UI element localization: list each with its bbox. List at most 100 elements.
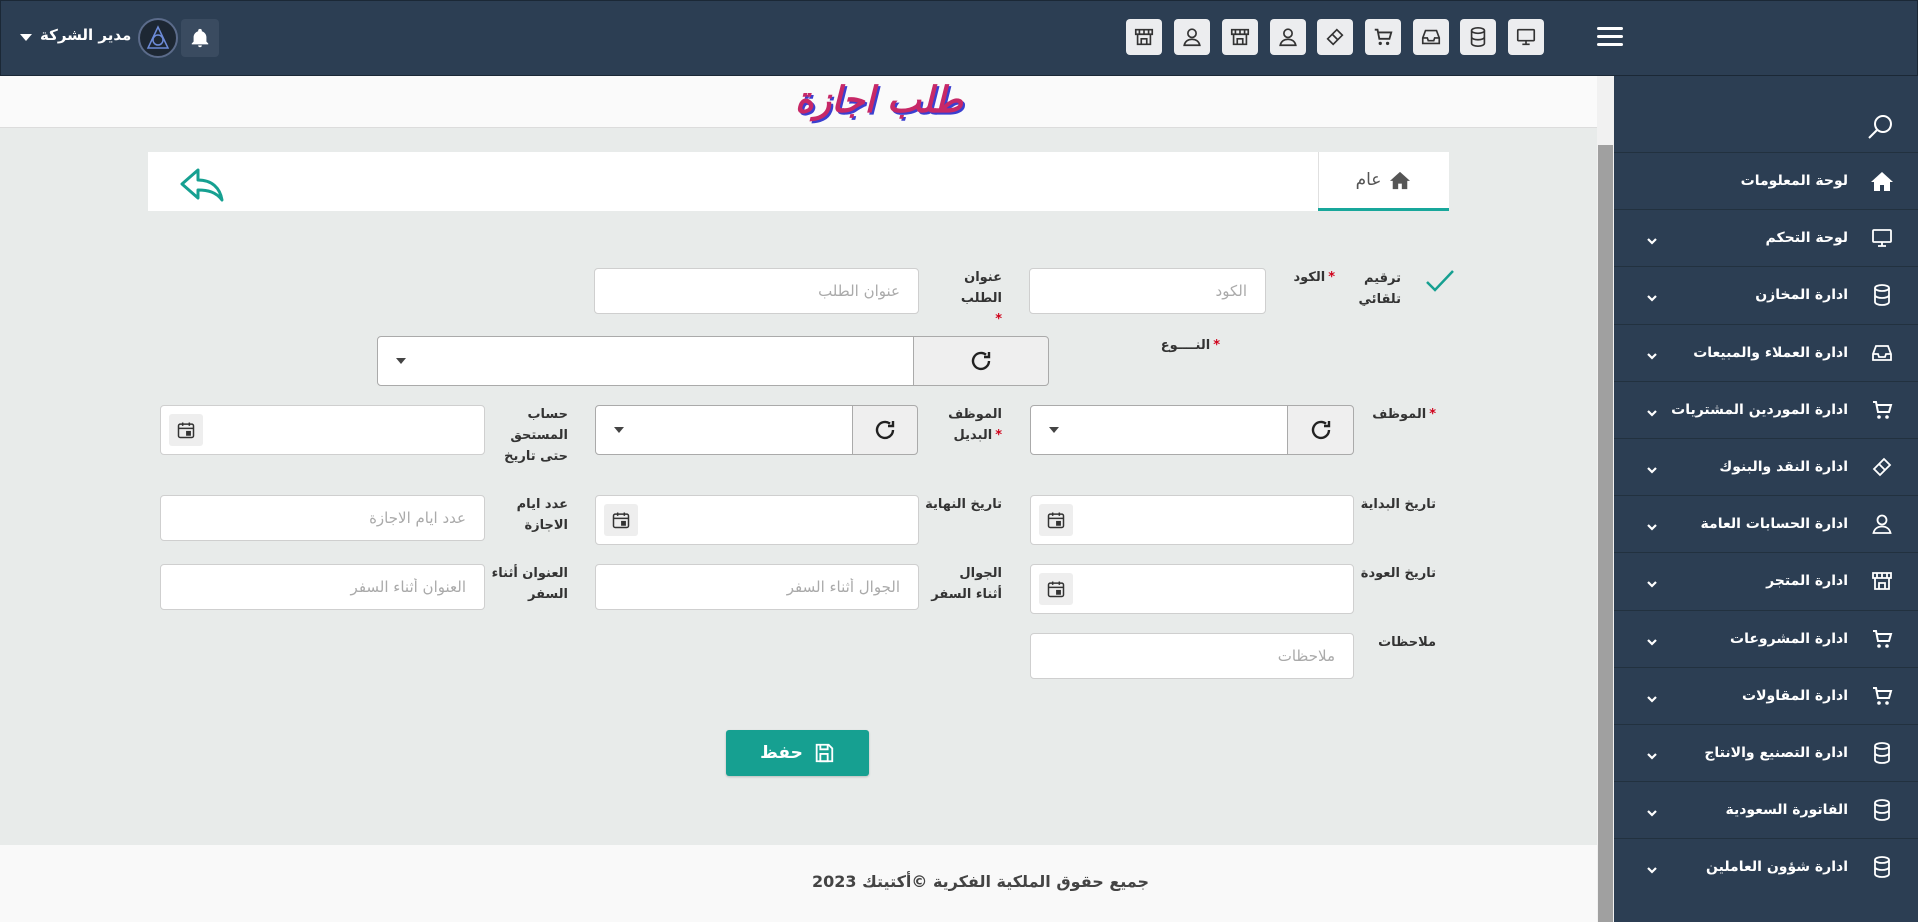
calendar-icon[interactable]	[169, 414, 203, 446]
inbox-icon[interactable]	[1413, 19, 1449, 55]
avatar[interactable]	[138, 18, 178, 58]
chevron-down-icon[interactable]	[1646, 690, 1658, 703]
page-title: طلب اجازة	[795, 80, 963, 121]
sidebar-item[interactable]: ادارة المشروعات	[1614, 609, 1918, 667]
tab-general[interactable]: عام	[1318, 152, 1449, 211]
chevron-down-icon[interactable]	[1646, 289, 1658, 302]
calendar-icon[interactable]	[1039, 573, 1073, 605]
travel-mobile-label: الجوال أثناء السفر	[931, 566, 1002, 602]
end-date-label: تاريخ النهاية	[925, 497, 1002, 512]
chevron-down-icon[interactable]	[1646, 804, 1658, 817]
scrollbar-thumb[interactable]	[1598, 145, 1613, 922]
chevron-down-icon[interactable]	[1646, 461, 1658, 474]
employee-label: الموظف *	[1360, 404, 1436, 425]
save-button-label: حفظ	[760, 743, 803, 763]
sidebar-item[interactable]: ادارة التصنيع والانتاج	[1614, 724, 1918, 781]
user-icon[interactable]	[1174, 19, 1210, 55]
sidebar-item-label: لوحة المعلومات	[1740, 173, 1848, 189]
start-date-input[interactable]	[1030, 495, 1354, 545]
floppy-disk-icon	[815, 743, 834, 763]
sidebar-item-label: ادارة المشروعات	[1730, 630, 1848, 647]
database-icon	[1870, 283, 1894, 307]
chevron-down-icon[interactable]	[1646, 575, 1658, 588]
back-arrow-icon[interactable]	[178, 166, 228, 204]
return-date-input[interactable]	[1030, 564, 1354, 614]
chevron-down-icon[interactable]	[1646, 347, 1658, 360]
entitlement-date-input[interactable]	[160, 405, 485, 455]
sidebar-item-label: ادارة الحسابات العامة	[1700, 516, 1848, 533]
search-icon[interactable]	[1866, 112, 1896, 142]
database-icon[interactable]	[1460, 19, 1496, 55]
chevron-down-icon[interactable]	[1646, 861, 1658, 874]
ticket-icon[interactable]	[1317, 19, 1353, 55]
refresh-employee-button[interactable]	[1287, 405, 1354, 455]
sidebar-item[interactable]: ادارة شؤون العاملين	[1614, 838, 1918, 895]
return-date-label: تاريخ العودة	[1360, 566, 1436, 581]
monitor-icon[interactable]	[1508, 19, 1544, 55]
home-icon	[1870, 169, 1894, 193]
sidebar-item-label: ادارة الموردين المشتريات	[1671, 401, 1848, 418]
checkmark-icon[interactable]	[1425, 268, 1455, 294]
chevron-down-icon[interactable]	[1646, 232, 1658, 245]
tab-bar	[148, 152, 1449, 211]
store-icon[interactable]	[1222, 19, 1258, 55]
sidebar-item-label: ادارة العملاء والمبيعات	[1693, 344, 1848, 361]
entitlement-date-label: حساب المستحق حتى تاريخ	[504, 407, 568, 464]
leave-days-input[interactable]	[160, 495, 485, 541]
sidebar-item[interactable]: لوحة التحكم	[1614, 209, 1918, 266]
sidebar-item[interactable]: ادارة المتجر	[1614, 552, 1918, 609]
sidebar-item[interactable]: ادارة المخازن	[1614, 266, 1918, 323]
substitute-employee-select[interactable]	[595, 405, 853, 455]
sidebar-item[interactable]: ادارة المقاولات	[1614, 666, 1918, 724]
inbox-icon	[1870, 341, 1894, 365]
sidebar-item-label: الفاتورة السعودية	[1725, 802, 1848, 819]
monitor-icon	[1870, 226, 1894, 250]
sidebar-item[interactable]: الفاتورة السعودية	[1614, 781, 1918, 838]
sidebar-item[interactable]: ادارة الحسابات العامة	[1614, 495, 1918, 552]
cart-icon	[1870, 684, 1894, 708]
travel-mobile-input[interactable]	[595, 564, 919, 610]
chevron-down-icon[interactable]	[1646, 747, 1658, 760]
user-icon	[1870, 512, 1894, 536]
user-icon[interactable]	[1270, 19, 1306, 55]
database-icon	[1870, 798, 1894, 822]
code-input[interactable]	[1029, 268, 1266, 314]
end-date-input[interactable]	[595, 495, 919, 545]
calendar-icon[interactable]	[1039, 504, 1073, 536]
cart-icon	[1870, 627, 1894, 651]
travel-address-input[interactable]	[160, 564, 485, 610]
sidebar-item-label: لوحة التحكم	[1765, 230, 1848, 247]
refresh-substitute-button[interactable]	[852, 405, 918, 455]
calendar-icon[interactable]	[604, 504, 638, 536]
required-mark: *	[1213, 338, 1220, 353]
code-label: الكود *	[1265, 267, 1335, 288]
tab-general-label: عام	[1355, 170, 1382, 190]
request-title-input[interactable]	[594, 268, 919, 314]
type-select[interactable]	[377, 336, 914, 386]
sidebar-item-label: ادارة المقاولات	[1742, 687, 1848, 704]
menu-toggle-icon[interactable]	[1597, 27, 1623, 49]
chevron-down-icon[interactable]	[1646, 518, 1658, 531]
store-icon[interactable]	[1126, 19, 1162, 55]
travel-address-label: العنوان أثناء السفر	[491, 566, 568, 602]
substitute-employee-label: الموظف البديل *	[940, 404, 1002, 446]
sidebar-item[interactable]: لوحة المعلومات	[1614, 152, 1918, 209]
save-button[interactable]: حفظ	[726, 730, 869, 776]
cart-icon[interactable]	[1365, 19, 1401, 55]
request-title-label-text: عنوان الطلب	[960, 270, 1002, 306]
notes-input[interactable]	[1030, 633, 1354, 679]
employee-select[interactable]	[1030, 405, 1288, 455]
sidebar-item[interactable]: ادارة النقد والبنوك	[1614, 438, 1918, 495]
caret-down-icon[interactable]	[20, 34, 32, 41]
notes-label: ملاحظات	[1378, 635, 1436, 650]
request-title-label: عنوان الطلب *	[920, 267, 1002, 330]
bell-icon[interactable]	[181, 19, 219, 57]
sidebar-item[interactable]: ادارة العملاء والمبيعات	[1614, 323, 1918, 381]
chevron-down-icon[interactable]	[1646, 633, 1658, 646]
chevron-down-icon[interactable]	[1646, 404, 1658, 417]
refresh-type-button[interactable]	[913, 336, 1049, 386]
required-mark: *	[1328, 270, 1335, 285]
sidebar-item[interactable]: ادارة الموردين المشتريات	[1614, 380, 1918, 438]
user-menu-name[interactable]: مدير الشركة	[40, 26, 131, 44]
refresh-icon	[1311, 420, 1330, 440]
